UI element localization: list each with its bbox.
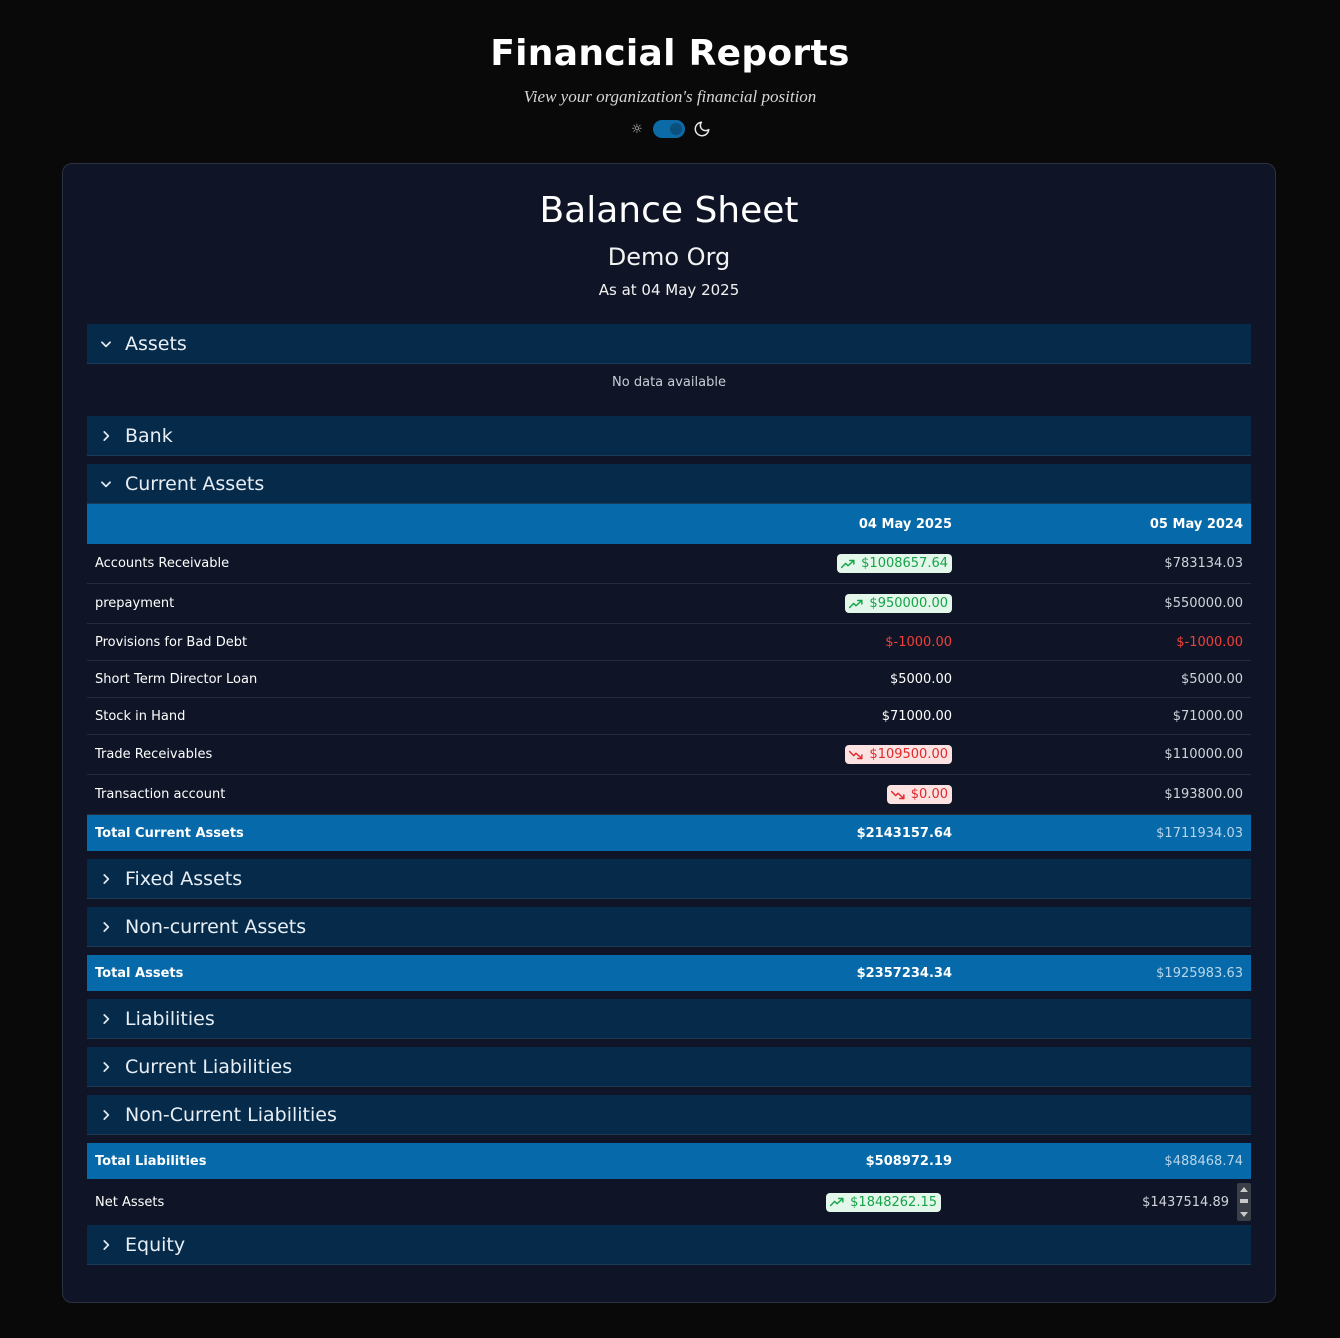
section-current-assets[interactable]: Current Assets (87, 464, 1251, 504)
section-equity[interactable]: Equity (87, 1225, 1251, 1265)
total-current: $2357234.34 (856, 965, 952, 981)
trending-up-icon (830, 1197, 844, 1207)
net-assets-row: Net Assets $1848262.15 $1437514.89 (87, 1179, 1251, 1225)
section-label: Equity (125, 1233, 186, 1256)
table-row: Transaction account $0.00 $193800.00 (87, 775, 1251, 815)
report-title: Balance Sheet (539, 190, 799, 231)
section-current-liabilities[interactable]: Current Liabilities (87, 1047, 1251, 1087)
current-value: $109500.00 (869, 747, 948, 762)
section-label: Current Liabilities (125, 1055, 293, 1078)
balance-sheet-card: Balance Sheet Demo Org As at 04 May 2025… (62, 163, 1276, 1303)
previous-value: $550000.00 (1164, 596, 1243, 611)
trend-badge-up: $1848262.15 (826, 1192, 941, 1212)
net-assets-current: $1848262.15 (850, 1194, 937, 1210)
net-assets-previous: $1437514.89 (1142, 1194, 1229, 1210)
account-name: Trade Receivables (95, 747, 213, 762)
table-row: Stock in Hand $71000.00 $71000.00 (87, 698, 1251, 735)
section-label: Liabilities (125, 1007, 215, 1030)
chevron-down-icon (87, 477, 125, 491)
trend-badge-up: $950000.00 (845, 594, 952, 613)
trend-badge-up: $1008657.64 (837, 554, 952, 573)
current-value: $71000.00 (881, 708, 952, 724)
column-header-current: 04 May 2025 (858, 516, 952, 532)
org-name: Demo Org (607, 243, 731, 271)
total-label: Total Assets (95, 965, 184, 981)
section-liabilities[interactable]: Liabilities (87, 999, 1251, 1039)
total-assets-row: Total Assets $2357234.34 $1925983.63 (87, 955, 1251, 991)
trending-down-icon (890, 790, 905, 799)
account-name: Accounts Receivable (95, 556, 230, 571)
current-value: $-1000.00 (885, 634, 952, 650)
current-value: $5000.00 (889, 671, 952, 687)
previous-value: $110000.00 (1164, 747, 1243, 762)
section-assets[interactable]: Assets (87, 324, 1251, 364)
current-value: $0.00 (910, 787, 948, 802)
total-label: Total Current Assets (95, 825, 244, 841)
account-name: Stock in Hand (95, 708, 186, 724)
chevron-right-icon (87, 920, 125, 934)
page-header: Financial Reports View your organization… (0, 0, 1340, 140)
total-previous: $1711934.03 (1156, 825, 1243, 841)
chevron-right-icon (87, 429, 125, 443)
chevron-right-icon (87, 1060, 125, 1074)
total-current: $2143157.64 (856, 825, 952, 841)
previous-value: $5000.00 (1180, 671, 1243, 687)
section-label: Non-Current Liabilities (125, 1103, 337, 1126)
account-name: Transaction account (95, 787, 226, 802)
trend-badge-down: $109500.00 (845, 745, 952, 764)
total-liabilities-row: Total Liabilities $508972.19 $488468.74 (87, 1143, 1251, 1179)
total-previous: $1925983.63 (1156, 965, 1243, 981)
table-row: prepayment $950000.00 $550000.00 (87, 584, 1251, 624)
section-fixed-assets[interactable]: Fixed Assets (87, 859, 1251, 899)
trending-up-icon (849, 599, 863, 608)
previous-value: $71000.00 (1172, 708, 1243, 724)
section-non-current-liabilities[interactable]: Non-Current Liabilities (87, 1095, 1251, 1135)
previous-value: $783134.03 (1164, 556, 1243, 571)
section-label: Bank (125, 424, 173, 447)
toggle-knob (670, 123, 682, 135)
app-title: Financial Reports (490, 33, 850, 74)
scroll-stepper[interactable] (1237, 1183, 1251, 1221)
account-name: Provisions for Bad Debt (95, 634, 248, 650)
previous-value: $-1000.00 (1176, 634, 1243, 650)
table-row: Accounts Receivable $1008657.64 $783134.… (87, 544, 1251, 584)
trending-up-icon (841, 559, 855, 568)
moon-icon (694, 121, 710, 137)
total-current: $508972.19 (865, 1153, 952, 1169)
account-name: prepayment (95, 596, 175, 611)
table-row: Provisions for Bad Debt $-1000.00 $-1000… (87, 624, 1251, 661)
report-content: Assets No data available Bank Current As… (87, 324, 1251, 1265)
table-row: Trade Receivables $109500.00 $110000.00 (87, 735, 1251, 775)
section-label: Current Assets (125, 472, 265, 495)
app-subtitle: View your organization's financial posit… (523, 87, 817, 106)
table-header: 04 May 2025 05 May 2024 (87, 504, 1251, 544)
chevron-right-icon (87, 1012, 125, 1026)
report-date: As at 04 May 2025 (598, 281, 740, 299)
section-bank[interactable]: Bank (87, 416, 1251, 456)
previous-value: $193800.00 (1164, 787, 1243, 802)
chevron-down-icon (87, 337, 125, 351)
total-current-assets-row: Total Current Assets $2143157.64 $171193… (87, 815, 1251, 851)
net-assets-label: Net Assets (95, 1194, 165, 1210)
column-header-previous: 05 May 2024 (1149, 516, 1243, 532)
chevron-right-icon (87, 1108, 125, 1122)
theme-toggle[interactable] (653, 120, 685, 138)
trend-badge-down: $0.00 (886, 785, 952, 804)
total-label: Total Liabilities (95, 1153, 207, 1169)
chevron-right-icon (87, 1238, 125, 1252)
empty-message: No data available (612, 375, 726, 390)
trending-down-icon (849, 750, 863, 759)
account-name: Short Term Director Loan (95, 671, 258, 687)
current-value: $1008657.64 (861, 556, 948, 571)
theme-switcher: ☼ (0, 118, 1340, 140)
table-row: Short Term Director Loan $5000.00 $5000.… (87, 661, 1251, 698)
section-label: Assets (125, 332, 187, 355)
section-label: Fixed Assets (125, 867, 243, 890)
current-value: $950000.00 (869, 596, 948, 611)
chevron-right-icon (87, 872, 125, 886)
total-previous: $488468.74 (1164, 1153, 1243, 1169)
section-label: Non-current Assets (125, 915, 307, 938)
sun-icon: ☼ (631, 121, 643, 137)
section-non-current-assets[interactable]: Non-current Assets (87, 907, 1251, 947)
